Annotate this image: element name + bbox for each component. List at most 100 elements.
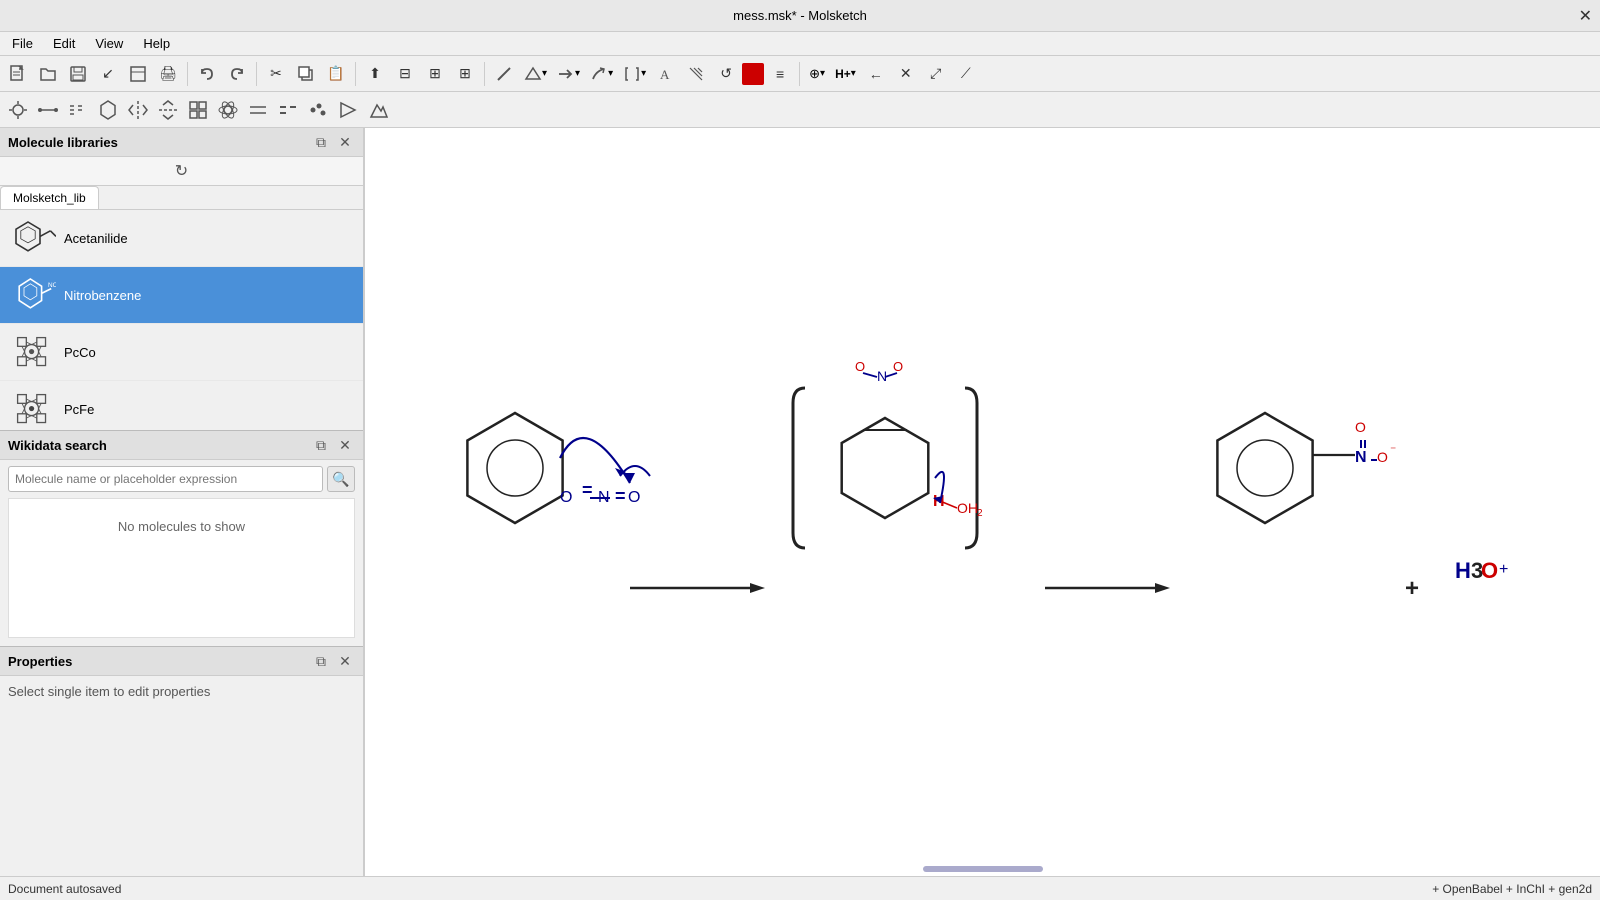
svg-text:O: O [1355, 419, 1366, 435]
ring6-tool[interactable] [94, 96, 122, 124]
saveas-button[interactable]: ↙ [94, 60, 122, 88]
wikidata-search-panel: Wikidata search ⧉ ✕ 🔍 No molecules to sh… [0, 431, 363, 647]
window-title: mess.msk* - Molsketch [733, 8, 867, 23]
color-picker[interactable] [742, 63, 764, 85]
bond-type[interactable]: ← [862, 60, 890, 88]
molecule-item-nitrobenzene[interactable]: NO₂ Nitrobenzene [0, 267, 363, 324]
properties-panel-icons: ⧉ ✕ [311, 651, 355, 671]
h-style-dropdown[interactable]: H+ ▾ [831, 65, 860, 83]
svg-text:O: O [1377, 449, 1388, 465]
nitrobenzene-product: N O O ⁻ [1217, 413, 1396, 523]
pcfe-label: PcFe [64, 402, 94, 417]
separator [355, 62, 356, 86]
delete-tool[interactable]: ✕ [892, 60, 920, 88]
undock-wikidata-icon[interactable]: ⧉ [311, 435, 331, 455]
close-panel-icon[interactable]: ✕ [335, 132, 355, 152]
menu-view[interactable]: View [87, 34, 131, 53]
cleanup-tool[interactable] [364, 96, 392, 124]
separator [484, 62, 485, 86]
svg-text:2: 2 [977, 508, 983, 519]
tool1[interactable]: ⤢ [922, 60, 950, 88]
atom-tool[interactable] [214, 96, 242, 124]
svg-text:=: = [582, 480, 593, 500]
wikidata-search-input[interactable] [8, 466, 323, 492]
cut-button[interactable]: ✂ [262, 60, 290, 88]
properties-panel: Properties ⧉ ✕ Select single item to edi… [0, 647, 363, 876]
close-icon[interactable]: ✕ [1579, 6, 1592, 26]
nitrobenzene-icon: NO₂ [8, 271, 56, 319]
redo-button[interactable] [223, 60, 251, 88]
menu-help[interactable]: Help [135, 34, 178, 53]
tool2[interactable]: ⟋ [952, 60, 980, 88]
flip-tool[interactable] [154, 96, 182, 124]
refresh-bar: ↻ [0, 157, 363, 186]
wikidata-panel-icons: ⧉ ✕ [311, 435, 355, 455]
stereo-tool[interactable] [334, 96, 362, 124]
arrange-tool[interactable] [184, 96, 212, 124]
pcco-structure [8, 328, 56, 376]
nitrobenzene-label: Nitrobenzene [64, 288, 141, 303]
refresh-icon[interactable]: ↻ [172, 161, 192, 181]
hatch-tool[interactable] [682, 60, 710, 88]
open-button[interactable] [34, 60, 62, 88]
arrow-dropdown[interactable]: ▾ [553, 63, 584, 85]
export-button[interactable]: ⬆ [361, 60, 389, 88]
menu-edit[interactable]: Edit [45, 34, 83, 53]
statusbar: Document autosaved + OpenBabel + InChI +… [0, 876, 1600, 900]
align-tool[interactable] [4, 96, 32, 124]
grid-button[interactable]: ⊞ [451, 60, 479, 88]
wikidata-title: Wikidata search [8, 438, 107, 453]
search-button[interactable]: 🔍 [327, 466, 355, 492]
toolbar-secondary [0, 92, 1600, 128]
svg-text:O: O [855, 359, 865, 374]
print-button[interactable]: 🖨 [154, 60, 182, 88]
separator [187, 62, 188, 86]
pcco-label: PcCo [64, 345, 96, 360]
template-button[interactable] [124, 60, 152, 88]
properties-header: Properties ⧉ ✕ [0, 647, 363, 676]
shape-dropdown[interactable]: ▾ [520, 63, 551, 85]
drawing-canvas[interactable]: O = N = O [365, 128, 1600, 876]
search-row: 🔍 [0, 460, 363, 498]
mirror-tool[interactable] [124, 96, 152, 124]
bond-order-tool[interactable] [244, 96, 272, 124]
tab-molsketch-lib[interactable]: Molsketch_lib [0, 186, 99, 209]
zoom-control[interactable]: ⊕ ▾ [805, 64, 829, 84]
molecule-item-pcfe[interactable]: PcFe [0, 381, 363, 430]
close-properties-icon[interactable]: ✕ [335, 651, 355, 671]
separator [256, 62, 257, 86]
undock-icon[interactable]: ⧉ [311, 132, 331, 152]
radical-tool[interactable] [304, 96, 332, 124]
molecule-libraries-panel: Molecule libraries ⧉ ✕ ↻ Molsketch_lib [0, 128, 363, 431]
charge-tool[interactable] [64, 96, 92, 124]
draw-tool[interactable] [490, 60, 518, 88]
bond-tool[interactable] [34, 96, 62, 124]
plugins-status: + OpenBabel + InChI + gen2d [1432, 882, 1592, 896]
molecule-item-acetanilide[interactable]: Acetanilide [0, 210, 363, 267]
acetanilide-structure [8, 214, 56, 262]
properties-content: Select single item to edit properties [0, 676, 363, 707]
expand-button[interactable]: ⊞ [421, 60, 449, 88]
text-tool[interactable]: A [652, 60, 680, 88]
close-wikidata-icon[interactable]: ✕ [335, 435, 355, 455]
line-style[interactable]: ≡ [766, 60, 794, 88]
scrollbar-thumb[interactable] [923, 866, 1043, 872]
copy-button[interactable] [292, 60, 320, 88]
new-button[interactable] [4, 60, 32, 88]
save-button[interactable] [64, 60, 92, 88]
shrink-button[interactable]: ⊟ [391, 60, 419, 88]
undo-button[interactable] [193, 60, 221, 88]
undock-properties-icon[interactable]: ⧉ [311, 651, 331, 671]
menu-file[interactable]: File [4, 34, 41, 53]
molecule-item-pcco[interactable]: PcCo [0, 324, 363, 381]
curved-arrow-dropdown[interactable]: ▾ [586, 63, 617, 85]
pcfe-icon [8, 385, 56, 430]
bracket-dropdown[interactable]: ▾ [619, 63, 650, 85]
water-product: H 3 O + [1455, 558, 1508, 583]
lone-pair-tool[interactable] [274, 96, 302, 124]
rotate-tool[interactable]: ↺ [712, 60, 740, 88]
molecule-libraries-title: Molecule libraries [8, 135, 118, 150]
pcfe-structure [8, 385, 56, 430]
canvas-area[interactable]: O = N = O [364, 128, 1600, 876]
paste-button[interactable]: 📋 [322, 60, 350, 88]
